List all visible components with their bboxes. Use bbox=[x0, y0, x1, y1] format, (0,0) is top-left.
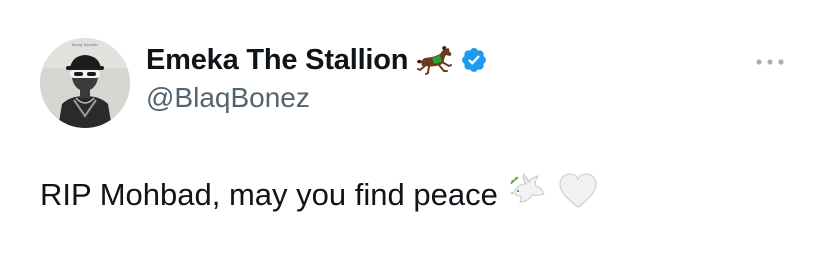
tweet-text: RIP Mohbad, may you find peace bbox=[40, 172, 598, 218]
verified-badge-icon[interactable] bbox=[460, 46, 488, 74]
user-handle[interactable]: @BlaqBonez bbox=[146, 82, 488, 114]
tweet-body: RIP Mohbad, may you find peace bbox=[40, 177, 498, 212]
tweet-card: Young Traveller Emeka The Stallion @Blaq… bbox=[0, 0, 828, 266]
avatar[interactable]: Young Traveller bbox=[40, 38, 130, 128]
white-heart-icon bbox=[558, 173, 598, 217]
avatar-photo: Young Traveller bbox=[40, 38, 130, 128]
svg-text:Young Traveller: Young Traveller bbox=[72, 43, 99, 47]
name-row: Emeka The Stallion bbox=[146, 40, 488, 80]
more-icon[interactable] bbox=[753, 55, 787, 67]
display-name[interactable]: Emeka The Stallion bbox=[146, 44, 409, 77]
dove-icon bbox=[508, 172, 548, 218]
horse-icon bbox=[416, 44, 454, 76]
tweet-header: Emeka The Stallion @BlaqBonez bbox=[146, 40, 488, 114]
